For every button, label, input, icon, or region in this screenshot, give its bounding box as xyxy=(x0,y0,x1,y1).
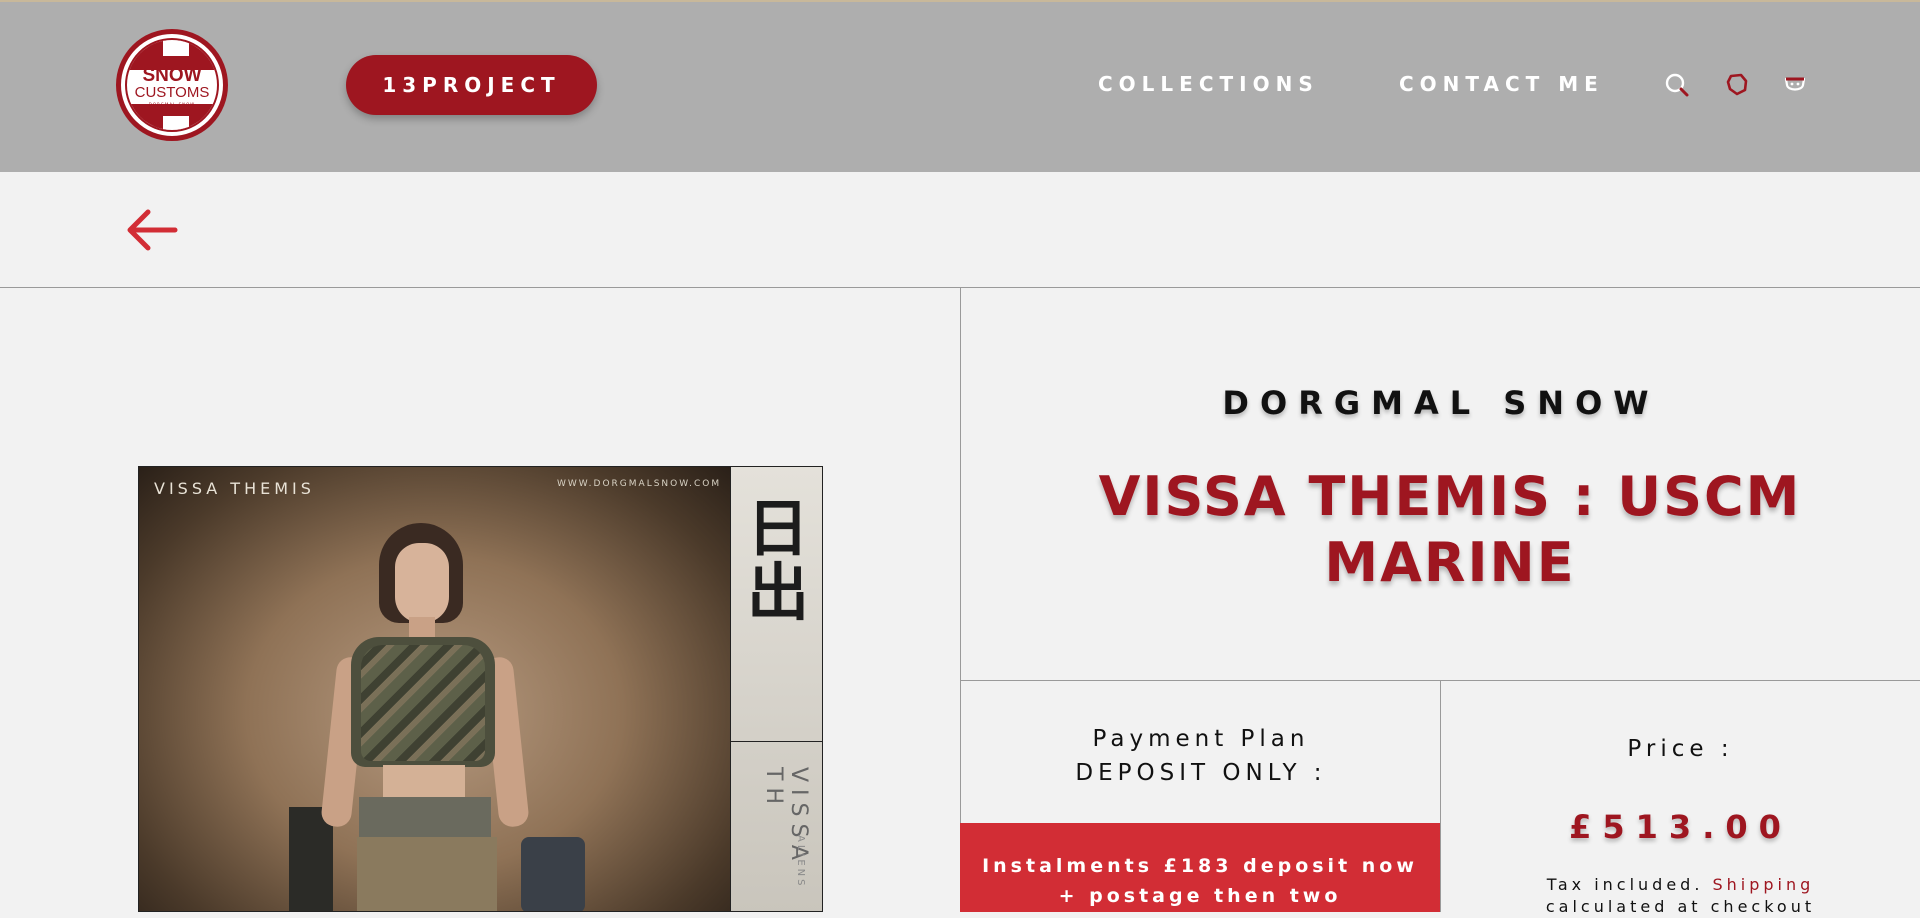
column-divider xyxy=(960,288,961,912)
figure-camo-armor xyxy=(361,645,485,761)
image-side-divider xyxy=(731,741,822,742)
payment-plan-heading: Payment Plan DEPOSIT ONLY : xyxy=(962,722,1440,790)
product-image[interactable]: VISSA THEMIS WWW.DORGMALSNOW.COM 日出 VISS… xyxy=(138,466,823,912)
cart-icon[interactable] xyxy=(1782,72,1808,98)
back-bar xyxy=(0,172,1920,288)
store-logo[interactable]: SNOW CUSTOMS DORGMAL SNOW xyxy=(116,29,228,141)
figure-tracker-device xyxy=(521,837,585,911)
image-kanji: 日出 xyxy=(746,492,809,629)
arrow-left-icon[interactable] xyxy=(124,208,178,252)
logo-bottom-notch xyxy=(163,116,189,130)
tax-included-text: Tax included. xyxy=(1546,875,1704,894)
logo-emblem: SNOW CUSTOMS DORGMAL SNOW xyxy=(125,38,219,132)
image-side-panel: 日出 VISSA TH ALIENS xyxy=(730,467,822,911)
tax-checkout-text: calculated at checkout xyxy=(1545,897,1816,916)
logo-top-notch xyxy=(163,40,189,56)
shipping-link[interactable]: Shipping xyxy=(1713,875,1815,894)
image-caption-url: WWW.DORGMALSNOW.COM xyxy=(557,479,722,489)
figure-legs xyxy=(357,837,497,911)
logo-text-customs: CUSTOMS xyxy=(134,84,210,101)
image-side-subtitle: ALIENS xyxy=(795,835,806,889)
product-price: £513.00 xyxy=(1569,808,1792,846)
figure-belt xyxy=(359,797,491,837)
instalments-text: Instalments £183 deposit now + postage t… xyxy=(982,855,1418,907)
product-photo: VISSA THEMIS WWW.DORGMALSNOW.COM xyxy=(139,467,730,911)
figure-face xyxy=(395,543,449,623)
nav-contact-link[interactable]: CONTACT ME xyxy=(1399,72,1604,96)
image-caption-title: VISSA THEMIS xyxy=(154,479,315,498)
site-header: SNOW CUSTOMS DORGMAL SNOW 13PROJECT COLL… xyxy=(0,0,1920,172)
product-title: VISSA THEMIS : USCM MARINE xyxy=(1098,465,1802,594)
tax-note: Tax included. Shipping calculated at che… xyxy=(1441,874,1920,918)
project-button[interactable]: 13PROJECT xyxy=(346,55,597,115)
search-icon[interactable] xyxy=(1664,72,1690,98)
instalments-banner[interactable]: Instalments £183 deposit now + postage t… xyxy=(960,823,1440,912)
account-icon[interactable] xyxy=(1724,72,1750,98)
product-vendor: DORGMAL SNOW xyxy=(1222,384,1660,422)
price-label: Price : xyxy=(1627,736,1734,762)
nav-collections-link[interactable]: COLLECTIONS xyxy=(1098,72,1319,96)
payment-plan-type: DEPOSIT ONLY : xyxy=(1075,760,1327,786)
payment-plan-label: Payment Plan xyxy=(1092,726,1310,752)
logo-text-sub: DORGMAL SNOW xyxy=(148,102,196,107)
figure-midriff xyxy=(383,765,465,801)
logo-text-snow: SNOW xyxy=(142,65,202,86)
